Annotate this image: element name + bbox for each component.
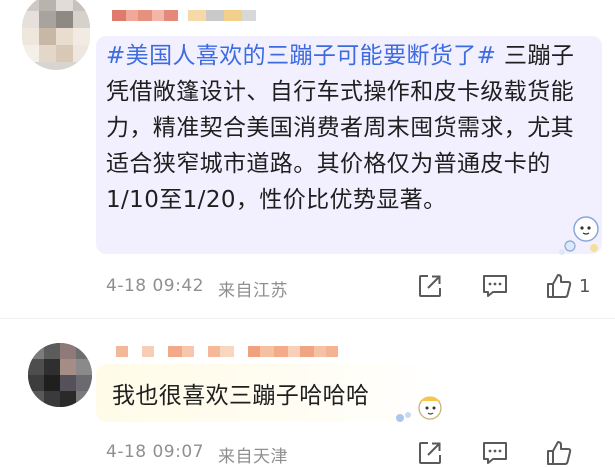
comment-icon [483, 275, 507, 297]
share-button[interactable] [417, 440, 443, 466]
comment-location: 来自江苏 [218, 281, 288, 301]
topic-link[interactable]: #美国人喜欢的三蹦子可能要断货了# [106, 43, 496, 69]
comment-timestamp: 4-18 09:42 [106, 276, 204, 296]
avatar[interactable] [28, 343, 92, 407]
like-count: 1 [579, 275, 591, 297]
share-button[interactable] [417, 273, 443, 299]
like-icon [547, 274, 572, 298]
comment-location: 来自天津 [218, 447, 288, 467]
like-button[interactable]: 1 [545, 272, 590, 300]
comment-text: 我也很喜欢三蹦子哈哈哈 [112, 383, 370, 409]
comment-timestamp: 4-18 09:07 [106, 442, 204, 462]
comment-button[interactable] [481, 440, 509, 466]
share-icon [419, 275, 441, 297]
divider [0, 318, 615, 319]
share-icon [419, 442, 441, 464]
like-button[interactable] [545, 439, 573, 467]
comment-icon [483, 442, 507, 464]
bubble-sticker-icon [396, 396, 442, 422]
comment-button[interactable] [481, 273, 509, 299]
username-blurred[interactable] [116, 346, 338, 357]
bubble-sticker-icon [559, 216, 599, 255]
like-icon [547, 441, 572, 465]
comment-text: #美国人喜欢的三蹦子可能要断货了# 三蹦子凭借敞篷设计、自行车式操作和皮卡级载货… [106, 38, 594, 218]
avatar[interactable] [22, 0, 90, 70]
username-blurred[interactable] [112, 10, 256, 21]
